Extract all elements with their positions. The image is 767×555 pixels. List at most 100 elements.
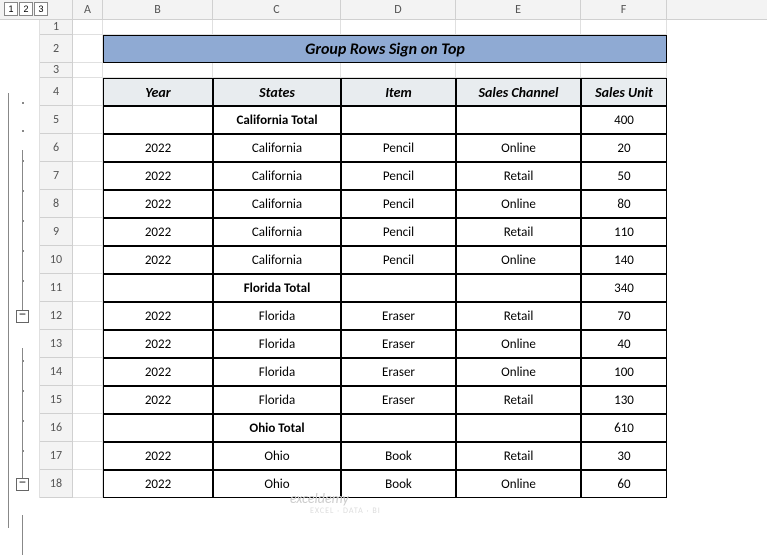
data-cell-channel[interactable] xyxy=(456,414,581,442)
col-header-d[interactable]: D xyxy=(341,0,456,19)
row-header[interactable]: 9 xyxy=(40,218,73,246)
empty-cell[interactable] xyxy=(73,106,103,134)
empty-cell[interactable] xyxy=(73,442,103,470)
empty-cell[interactable] xyxy=(73,414,103,442)
row-header[interactable]: 17 xyxy=(40,442,73,470)
row-header[interactable]: 13 xyxy=(40,330,73,358)
data-cell-channel[interactable]: Retail xyxy=(456,442,581,470)
data-cell-year[interactable]: 2022 xyxy=(103,302,213,330)
empty-cell[interactable] xyxy=(456,63,581,78)
data-cell-unit[interactable]: 100 xyxy=(581,358,667,386)
data-cell-year[interactable]: 2022 xyxy=(103,330,213,358)
empty-cell[interactable] xyxy=(73,78,103,106)
data-cell-year[interactable]: 2022 xyxy=(103,246,213,274)
empty-cell[interactable] xyxy=(581,20,667,35)
data-cell-unit[interactable]: 110 xyxy=(581,218,667,246)
empty-cell[interactable] xyxy=(73,162,103,190)
empty-cell[interactable] xyxy=(73,35,103,63)
row-header[interactable]: 1 xyxy=(40,20,73,35)
empty-cell[interactable] xyxy=(581,63,667,78)
data-cell-item[interactable] xyxy=(341,274,456,302)
row-header[interactable]: 7 xyxy=(40,162,73,190)
data-cell-unit[interactable]: 60 xyxy=(581,470,667,498)
header-states[interactable]: States xyxy=(213,78,341,106)
data-cell-unit[interactable]: 70 xyxy=(581,302,667,330)
empty-cell[interactable] xyxy=(73,63,103,78)
header-channel[interactable]: Sales Channel xyxy=(456,78,581,106)
data-cell-states[interactable]: California xyxy=(213,218,341,246)
row-header[interactable]: 14 xyxy=(40,358,73,386)
data-cell-year[interactable]: 2022 xyxy=(103,162,213,190)
data-cell-states[interactable]: Ohio xyxy=(213,442,341,470)
row-header[interactable]: 18 xyxy=(40,470,73,498)
data-cell-unit[interactable]: 40 xyxy=(581,330,667,358)
data-cell-channel[interactable]: Online xyxy=(456,246,581,274)
col-header-b[interactable]: B xyxy=(103,0,213,19)
data-cell-states[interactable]: Florida xyxy=(213,302,341,330)
empty-cell[interactable] xyxy=(73,190,103,218)
data-cell-states-total[interactable]: Ohio Total xyxy=(213,414,341,442)
data-cell-states[interactable]: California xyxy=(213,190,341,218)
data-cell-item[interactable]: Eraser xyxy=(341,386,456,414)
data-cell-item[interactable]: Pencil xyxy=(341,162,456,190)
data-cell-states[interactable]: Florida xyxy=(213,358,341,386)
data-cell-unit[interactable]: 50 xyxy=(581,162,667,190)
data-cell-unit[interactable]: 140 xyxy=(581,246,667,274)
data-cell-year[interactable]: 2022 xyxy=(103,386,213,414)
data-cell-states[interactable]: Ohio xyxy=(213,470,341,498)
data-cell-item[interactable]: Eraser xyxy=(341,358,456,386)
empty-cell[interactable] xyxy=(341,20,456,35)
data-cell-unit[interactable]: 130 xyxy=(581,386,667,414)
data-cell-item[interactable]: Pencil xyxy=(341,134,456,162)
row-header[interactable]: 8 xyxy=(40,190,73,218)
row-header[interactable]: 2 xyxy=(40,35,73,63)
data-cell-channel[interactable]: Online xyxy=(456,190,581,218)
data-cell-item[interactable]: Pencil xyxy=(341,218,456,246)
header-year[interactable]: Year xyxy=(103,78,213,106)
row-header[interactable]: 10 xyxy=(40,246,73,274)
row-header[interactable]: 5 xyxy=(40,106,73,134)
data-cell-states[interactable]: Florida xyxy=(213,386,341,414)
col-header-c[interactable]: C xyxy=(213,0,341,19)
empty-cell[interactable] xyxy=(341,63,456,78)
data-cell-states[interactable]: Florida xyxy=(213,330,341,358)
data-cell-channel[interactable] xyxy=(456,274,581,302)
data-cell-year[interactable]: 2022 xyxy=(103,358,213,386)
empty-cell[interactable] xyxy=(103,20,213,35)
data-cell-item[interactable]: Book xyxy=(341,442,456,470)
data-cell-item[interactable]: Eraser xyxy=(341,302,456,330)
data-cell-states[interactable]: California xyxy=(213,246,341,274)
empty-cell[interactable] xyxy=(103,63,213,78)
data-cell-year[interactable]: 2022 xyxy=(103,190,213,218)
empty-cell[interactable] xyxy=(73,20,103,35)
col-header-a[interactable]: A xyxy=(73,0,103,19)
data-cell-item[interactable]: Book xyxy=(341,470,456,498)
row-header[interactable]: 11 xyxy=(40,274,73,302)
row-header[interactable]: 16 xyxy=(40,414,73,442)
header-unit[interactable]: Sales Unit xyxy=(581,78,667,106)
data-cell-year[interactable]: 2022 xyxy=(103,218,213,246)
empty-cell[interactable] xyxy=(213,20,341,35)
empty-cell[interactable] xyxy=(73,246,103,274)
data-cell-channel[interactable]: Online xyxy=(456,134,581,162)
data-cell-channel[interactable]: Online xyxy=(456,358,581,386)
empty-cell[interactable] xyxy=(73,134,103,162)
empty-cell[interactable] xyxy=(213,63,341,78)
empty-cell[interactable] xyxy=(73,330,103,358)
data-cell-item[interactable] xyxy=(341,106,456,134)
data-cell-channel[interactable]: Retail xyxy=(456,386,581,414)
outline-level-3[interactable]: 3 xyxy=(34,2,48,16)
col-header-e[interactable]: E xyxy=(456,0,581,19)
outline-level-1[interactable]: 1 xyxy=(4,2,18,16)
data-cell-item[interactable]: Eraser xyxy=(341,330,456,358)
data-cell-item[interactable]: Pencil xyxy=(341,190,456,218)
data-cell-unit[interactable]: 400 xyxy=(581,106,667,134)
row-header[interactable]: 12 xyxy=(40,302,73,330)
row-header[interactable]: 4 xyxy=(40,78,73,106)
row-header[interactable]: 6 xyxy=(40,134,73,162)
data-cell-channel[interactable]: Retail xyxy=(456,162,581,190)
row-header[interactable]: 15 xyxy=(40,386,73,414)
outline-level-2[interactable]: 2 xyxy=(19,2,33,16)
data-cell-unit[interactable]: 30 xyxy=(581,442,667,470)
empty-cell[interactable] xyxy=(456,20,581,35)
